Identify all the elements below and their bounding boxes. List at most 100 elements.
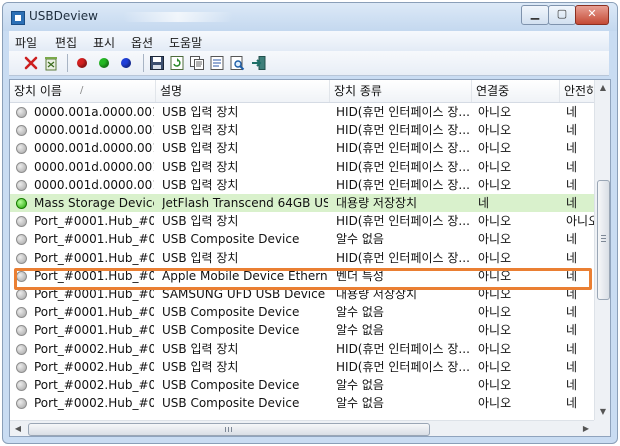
cell-device-type: 대용량 저장장치 (336, 196, 418, 210)
table-row[interactable]: Port_#0002.Hub_#00... USB 입력 장치 HID(휴먼 인터페… (10, 340, 594, 358)
cell-safe-to-unplug: 네 (566, 323, 578, 338)
exit-icon[interactable] (251, 55, 267, 71)
table-row[interactable]: Port_#0001.Hub_#00... Apple Mobile Device… (10, 267, 594, 285)
column-safe-to-unplug[interactable]: 안전하 (560, 80, 594, 102)
scroll-left-arrow[interactable]: ◀ (10, 421, 26, 436)
cell-device-name: 0000.001d.0000.001... (34, 159, 154, 174)
cell-connected: 아니오 (478, 159, 512, 174)
disconnected-status-icon (16, 252, 27, 264)
close-window-button[interactable]: ✕ (575, 5, 609, 25)
cell-safe-to-unplug: 네 (566, 268, 578, 283)
scroll-down-arrow[interactable]: ▼ (595, 404, 610, 420)
properties-icon[interactable] (209, 55, 225, 71)
disconnected-status-icon (16, 179, 27, 191)
cell-device-type: 알수 없음 (336, 378, 384, 392)
table-row[interactable]: Port_#0001.Hub_#00... USB 입력 장치 HID(휴먼 인터페… (10, 212, 594, 230)
toolbar-separator (67, 54, 68, 72)
cell-connected: 아니오 (478, 214, 512, 229)
cell-description: USB 입력 장치 (162, 341, 239, 356)
minimize-button[interactable]: ▁ (521, 5, 549, 25)
table-row[interactable]: Port_#0002.Hub_#00... USB Composite Devic… (10, 376, 594, 394)
close-x-icon[interactable] (23, 55, 39, 71)
table-row[interactable]: Port_#0001.Hub_#00... USB 입력 장치 HID(휴먼 인터페… (10, 249, 594, 267)
menu-file[interactable]: 파일 (15, 34, 37, 51)
cell-safe-to-unplug: 네 (566, 123, 578, 138)
refresh-icon[interactable] (169, 55, 185, 71)
find-icon[interactable] (229, 55, 245, 71)
cell-device-type: 벤더 특성 (336, 268, 384, 283)
menu-edit[interactable]: 편집 (55, 34, 77, 51)
disconnected-status-icon (16, 325, 27, 337)
cell-connected: 아니오 (478, 359, 512, 374)
cell-description: USB 입력 장치 (162, 141, 239, 156)
cell-connected: 아니오 (478, 396, 512, 411)
table-row[interactable]: 0000.001d.0000.001... USB 입력 장치 HID(휴먼 인터페… (10, 139, 594, 157)
cell-connected: 아니오 (478, 287, 512, 301)
cell-connected: 아니오 (478, 123, 512, 138)
column-device-name[interactable]: 장치 이름 / (10, 80, 156, 102)
cell-device-type: HID(휴먼 인터페이스 장... (336, 250, 470, 265)
cell-description: USB 입력 장치 (162, 159, 239, 174)
cell-description: USB 입력 장치 (162, 177, 239, 192)
cell-device-type: HID(휴먼 인터페이스 장... (336, 214, 470, 229)
disconnected-status-icon (16, 161, 27, 173)
maximize-button[interactable]: ▢ (548, 5, 576, 25)
uninstall-icon[interactable] (43, 55, 59, 71)
cell-connected: 아니오 (478, 268, 512, 283)
disconnected-status-icon (16, 234, 27, 246)
table-row[interactable]: Mass Storage Device JetFlash Transcend 64… (10, 194, 594, 213)
vertical-scroll-thumb[interactable] (597, 180, 610, 300)
disconnected-status-icon (16, 307, 27, 319)
table-row[interactable]: Port_#0001.Hub_#00... USB Composite Devic… (10, 230, 594, 248)
vertical-scrollbar[interactable]: ▲ ▼ (594, 80, 610, 420)
cell-connected: 네 (478, 196, 490, 210)
title-bar-blur (123, 12, 233, 22)
column-connected[interactable]: 연결중 (472, 80, 560, 102)
green-dot-icon[interactable] (99, 58, 109, 68)
menu-help[interactable]: 도움말 (169, 34, 202, 51)
menu-view[interactable]: 표시 (93, 34, 115, 51)
cell-connected: 아니오 (478, 177, 512, 192)
column-device-type[interactable]: 장치 종류 (330, 80, 472, 102)
table-row[interactable]: 0000.001d.0000.001... USB 입력 장치 HID(휴먼 인터페… (10, 158, 594, 176)
scroll-right-arrow[interactable]: ▶ (578, 421, 594, 436)
menu-options[interactable]: 옵션 (131, 34, 153, 51)
cell-description: USB Composite Device (162, 378, 300, 392)
cell-device-name: 0000.001d.0000.001... (34, 141, 154, 156)
table-row[interactable]: Port_#0002.Hub_#00... USB Composite Devic… (10, 394, 594, 412)
cell-description: USB Composite Device (162, 396, 300, 411)
app-window: USBDeview ▁ ▢ ✕ 파일 편집 표시 옵션 도움말 장치 이름 / … (2, 2, 618, 444)
cell-device-name: Port_#0001.Hub_#00... (34, 268, 154, 283)
cell-device-name: Port_#0001.Hub_#00... (34, 214, 154, 229)
table-row[interactable]: 0000.001a.0000.001... USB 입력 장치 HID(휴먼 인터페… (10, 103, 594, 121)
table-row[interactable]: Port_#0001.Hub_#00... USB Composite Devic… (10, 321, 594, 339)
cell-description: USB Composite Device (162, 232, 300, 247)
title-bar[interactable]: USBDeview ▁ ▢ ✕ (3, 3, 617, 31)
cell-device-name: 0000.001a.0000.001... (34, 105, 154, 119)
table-row[interactable]: Port_#0002.Hub_#00... USB 입력 장치 HID(휴먼 인터페… (10, 358, 594, 376)
device-list[interactable]: 장치 이름 / 설명 장치 종류 연결중 안전하 0000.001a.0000.… (9, 79, 611, 437)
column-label: 안전하 (564, 84, 594, 98)
blue-dot-icon[interactable] (121, 58, 131, 68)
disconnected-status-icon (16, 143, 27, 155)
red-dot-icon[interactable] (77, 58, 87, 68)
cell-device-name: Port_#0001.Hub_#00... (34, 305, 154, 320)
connected-status-icon (16, 198, 27, 209)
scroll-up-arrow[interactable]: ▲ (595, 80, 610, 96)
table-row[interactable]: Port_#0001.Hub_#00... SAMSUNG UFD USB Dev… (10, 285, 594, 303)
cell-connected: 아니오 (478, 232, 512, 247)
scrollbar-corner (594, 420, 610, 436)
app-icon (11, 11, 25, 25)
cell-safe-to-unplug: 아니오 (566, 214, 594, 229)
table-row[interactable]: Port_#0001.Hub_#00... USB Composite Devic… (10, 303, 594, 321)
cell-device-type: 알수 없음 (336, 323, 384, 338)
table-row[interactable]: 0000.001d.0000.001... USB 입력 장치 HID(휴먼 인터페… (10, 121, 594, 139)
column-description[interactable]: 설명 (156, 80, 330, 102)
horizontal-scroll-thumb[interactable] (28, 423, 430, 436)
menu-bar: 파일 편집 표시 옵션 도움말 (9, 31, 609, 51)
table-row[interactable]: 0000.001d.0000.001... USB 입력 장치 HID(휴먼 인터페… (10, 176, 594, 194)
save-icon[interactable] (149, 55, 165, 71)
horizontal-scrollbar[interactable]: ◀ ▶ (10, 420, 594, 436)
copy-icon[interactable] (189, 55, 205, 71)
cell-safe-to-unplug: 네 (566, 378, 578, 392)
